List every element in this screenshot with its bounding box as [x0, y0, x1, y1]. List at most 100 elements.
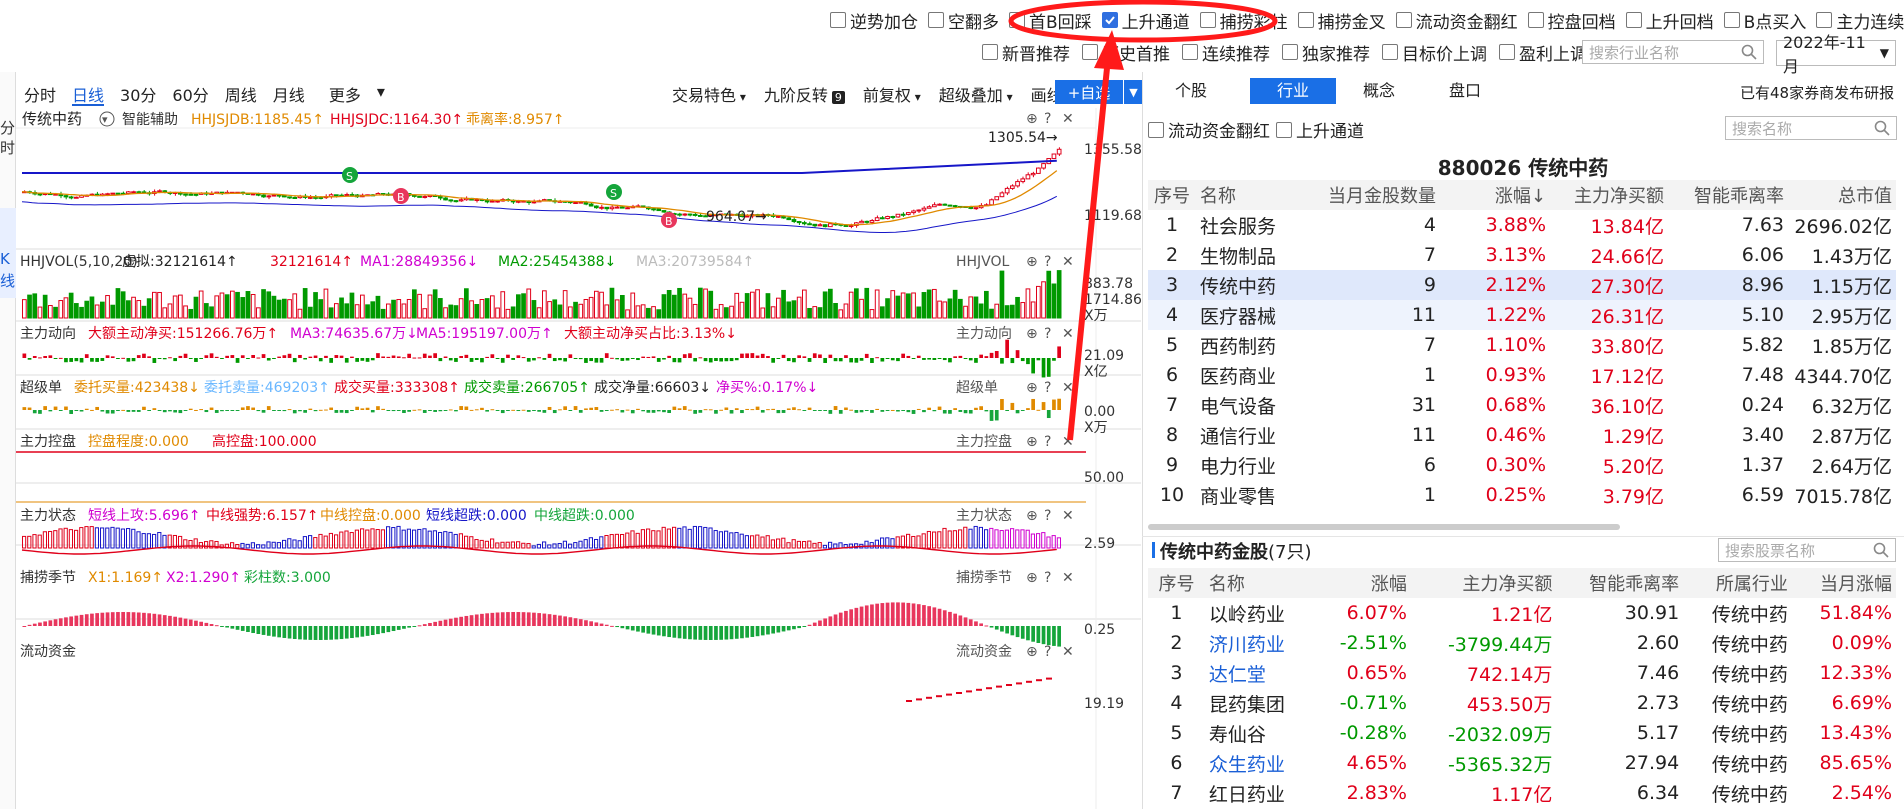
filter-checkbox[interactable]: 流动资金翻红 [1395, 8, 1518, 33]
checkbox-box[interactable] [928, 12, 944, 28]
checkbox-box[interactable] [1276, 121, 1292, 138]
checkbox-box[interactable] [830, 12, 846, 28]
gold-cell[interactable]: 红日药业 [1205, 778, 1314, 808]
gold-col-header[interactable]: 涨幅 [1314, 568, 1411, 598]
kline-chart-area[interactable]: 传统中药 ▾ 智能辅助 HHJSJDB:1185.45↑ HHJSJDC:1164.30… [16, 108, 1141, 809]
right-tab[interactable]: 行业 [1250, 78, 1336, 104]
checkbox-box[interactable] [1816, 12, 1833, 28]
toolbar-item[interactable]: 超级叠加 ▾ [939, 82, 1013, 106]
period-tab[interactable]: 分时 [24, 82, 56, 106]
checkbox-box[interactable] [1382, 44, 1398, 60]
industry-col-header[interactable]: 智能乖离率 [1668, 180, 1788, 210]
gold-col-header[interactable]: 所属行业 [1683, 568, 1792, 598]
filter-checkbox[interactable]: 上升回档 [1625, 8, 1714, 33]
gold-row[interactable]: 7 红日药业 2.83% 1.17亿 6.34 传统中药 2.54% [1148, 778, 1896, 808]
gold-cell[interactable]: 众生药业 [1205, 748, 1314, 778]
industry-row[interactable]: 7 电气设备 31 0.68% 36.10亿 0.24 6.32万亿 [1148, 390, 1896, 420]
name-search-input[interactable]: 搜索名称 [1725, 116, 1897, 140]
gold-col-header[interactable]: 主力净买额 [1411, 568, 1556, 598]
checkbox-box[interactable] [1009, 12, 1025, 28]
gold-col-header[interactable]: 名称 [1205, 568, 1314, 598]
right-tab[interactable]: 个股 [1148, 78, 1234, 104]
toolbar-item[interactable]: 交易特色 ▾ [672, 82, 746, 106]
gold-row[interactable]: 4 昆药集团 -0.71% 453.50万 2.73 传统中药 6.69% [1148, 688, 1896, 718]
industry-row[interactable]: 6 医药商业 1 0.93% 17.12亿 7.48 4344.70亿 [1148, 360, 1896, 390]
industry-row[interactable]: 10 商业零售 1 0.25% 3.79亿 6.59 7015.78亿 [1148, 480, 1896, 510]
industry-col-header[interactable]: 当月金股数量 [1316, 180, 1440, 210]
stock-search-input[interactable]: 搜索股票名称 [1718, 538, 1896, 562]
toolbar-item[interactable]: 九阶反转 9 [764, 82, 845, 106]
industry-row[interactable]: 4 医疗器械 11 1.22% 26.31亿 5.10 2.95万亿 [1148, 300, 1896, 330]
add-watchlist-button[interactable]: +自选 ▼ [1055, 80, 1143, 104]
industry-row[interactable]: 1 社会服务 4 3.88% 13.84亿 7.63 2696.02亿 [1148, 210, 1896, 240]
toolbar-item[interactable]: 前复权 ▾ [863, 82, 921, 106]
industry-row[interactable]: 5 西药制药 7 1.10% 33.80亿 5.82 1.85万亿 [1148, 330, 1896, 360]
gold-cell[interactable]: 济川药业 [1205, 628, 1314, 658]
gold-col-header[interactable]: 序号 [1148, 568, 1205, 598]
period-tab[interactable]: 月线 [273, 82, 305, 106]
checkbox-box[interactable] [1182, 44, 1198, 60]
filter-checkbox[interactable]: 逆势加仓 [830, 8, 918, 33]
checkbox-box[interactable] [1297, 12, 1314, 28]
gold-cell[interactable]: 昆药集团 [1205, 688, 1314, 718]
checkbox-box[interactable] [1723, 12, 1740, 28]
period-tab[interactable]: 更多 [329, 82, 361, 106]
month-select[interactable]: 2022年-11月 ▼ [1776, 33, 1896, 76]
filter-checkbox[interactable]: 上升通道 [1276, 117, 1364, 142]
industry-col-header[interactable]: 名称 [1196, 180, 1316, 210]
gold-cell[interactable]: 寿仙谷 [1205, 718, 1314, 748]
filter-checkbox[interactable]: 连续推荐 [1182, 40, 1270, 65]
industry-col-header[interactable]: 序号 [1148, 180, 1196, 210]
chevron-down-icon[interactable]: ▼ [1123, 80, 1143, 104]
checkbox-box[interactable] [1499, 44, 1515, 60]
filter-checkbox[interactable]: 独家推荐 [1282, 40, 1370, 65]
period-tab[interactable]: 日线 [72, 82, 105, 106]
filter-checkbox[interactable]: 控盘回档 [1527, 8, 1616, 33]
report-note[interactable]: 已有48家券商发布研报 [1740, 82, 1894, 103]
industry-row[interactable]: 3 传统中药 9 2.12% 27.30亿 8.96 1.15万亿 [1148, 270, 1896, 300]
industry-search-input[interactable]: 搜索行业名称 [1582, 40, 1764, 64]
checkbox-box[interactable] [1101, 12, 1118, 28]
gold-row[interactable]: 3 达仁堂 0.65% 742.14万 7.46 传统中药 12.33% [1148, 658, 1896, 688]
left-strip-tab-kline[interactable]: K 线 [0, 208, 16, 298]
gold-cell[interactable]: 达仁堂 [1205, 658, 1314, 688]
right-tab[interactable]: 盘口 [1422, 78, 1508, 104]
filter-checkbox[interactable]: 捕捞彩柱 [1199, 8, 1288, 33]
period-tab[interactable]: 周线 [225, 82, 257, 106]
left-strip-tab-fenshi[interactable]: 分 时 [0, 118, 16, 158]
gold-cell[interactable]: 以岭药业 [1205, 598, 1314, 628]
checkbox-box[interactable] [1625, 12, 1642, 28]
industry-row[interactable]: 2 生物制品 7 3.13% 24.66亿 6.06 1.43万亿 [1148, 240, 1896, 270]
checkbox-box[interactable] [1082, 44, 1098, 60]
checkbox-box[interactable] [982, 44, 998, 60]
gold-row[interactable]: 5 寿仙谷 -0.28% -2032.09万 5.17 传统中药 13.43% [1148, 718, 1896, 748]
checkbox-box[interactable] [1527, 12, 1544, 28]
checkbox-box[interactable] [1199, 12, 1216, 28]
filter-checkbox[interactable]: 流动资金翻红 [1148, 117, 1270, 142]
industry-row[interactable]: 9 电力行业 6 0.30% 5.20亿 1.37 2.64万亿 [1148, 450, 1896, 480]
filter-checkbox[interactable]: 目标价上调 [1382, 40, 1487, 65]
period-tab[interactable]: 30分 [120, 82, 156, 106]
filter-checkbox[interactable]: 上升通道 [1101, 8, 1190, 33]
gold-row[interactable]: 2 济川药业 -2.51% -3799.44万 2.60 传统中药 0.09% [1148, 628, 1896, 658]
filter-checkbox[interactable]: 空翻多 [928, 8, 999, 33]
checkbox-box[interactable] [1148, 121, 1164, 138]
filter-checkbox[interactable]: 历史首推 [1082, 40, 1170, 65]
filter-checkbox[interactable]: 首B回踩 [1009, 8, 1092, 33]
horizontal-scrollbar[interactable] [1148, 524, 1620, 530]
gold-col-header[interactable]: 智能乖离率 [1556, 568, 1683, 598]
right-tab[interactable]: 概念 [1336, 78, 1422, 104]
checkbox-box[interactable] [1282, 44, 1298, 60]
gold-col-header[interactable]: 当月涨幅 [1792, 568, 1896, 598]
filter-checkbox[interactable]: 捕捞金叉 [1297, 8, 1386, 33]
gold-row[interactable]: 1 以岭药业 6.07% 1.21亿 30.91 传统中药 51.84% [1148, 598, 1896, 628]
industry-col-header[interactable]: 总市值 [1788, 180, 1896, 210]
checkbox-box[interactable] [1395, 12, 1412, 28]
period-tab[interactable]: 60分 [172, 82, 208, 106]
industry-col-header[interactable]: 涨幅↓ [1440, 180, 1550, 210]
industry-col-header[interactable]: 主力净买额 [1550, 180, 1668, 210]
industry-row[interactable]: 8 通信行业 11 0.46% 1.29亿 3.40 2.87万亿 [1148, 420, 1896, 450]
gold-row[interactable]: 6 众生药业 4.65% -5365.32万 27.94 传统中药 85.65% [1148, 748, 1896, 778]
filter-checkbox[interactable]: 盈利上调 [1499, 40, 1587, 65]
filter-checkbox[interactable]: 新晋推荐 [982, 40, 1070, 65]
